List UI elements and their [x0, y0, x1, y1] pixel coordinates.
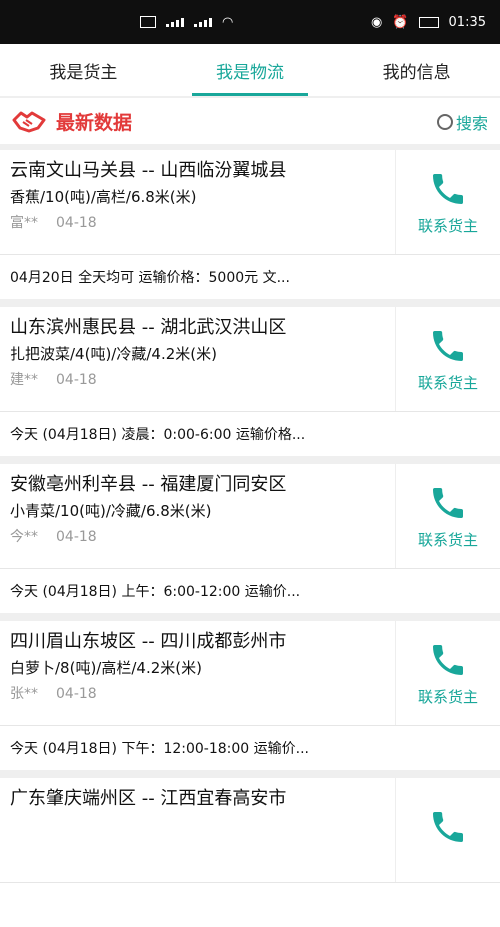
tab-label: 我是货主 — [49, 62, 118, 83]
card-main: 山东滨州惠民县 -- 湖北武汉洪山区 扎把波菜/4(吨)/冷藏/4.2米(米) … — [0, 307, 500, 412]
status-time: 01:35 — [448, 14, 486, 30]
card-footer: 04月20日 全天均可 运输价格：5000元 文... — [10, 270, 290, 286]
sim-icon — [140, 16, 156, 28]
goods-text: 小青菜/10(吨)/冷藏/6.8米(米) — [10, 502, 212, 520]
card-footer: 今天 (04月18日) 凌晨：0:00-6:00 运输价格... — [10, 427, 306, 443]
contact-label: 联系货主 — [417, 373, 478, 392]
goods-text: 扎把波菜/4(吨)/冷藏/4.2米(米) — [10, 345, 217, 363]
status-icons-left: ◠ — [140, 15, 233, 30]
contact-owner-button[interactable]: 联系货主 — [395, 307, 500, 411]
post-date: 04-18 — [56, 372, 97, 388]
section-header: 最新数据 搜索 — [0, 98, 500, 144]
goods-text: 白萝卜/8(吨)/高栏/4.2米(米) — [10, 659, 202, 677]
card-main: 四川眉山东坡区 -- 四川成都彭州市 白萝卜/8(吨)/高栏/4.2米(米) 张… — [0, 621, 500, 726]
card-footer: 今天 (04月18日) 下午：12:00-18:00 运输价... — [10, 741, 309, 757]
wifi-icon: ◠ — [222, 14, 234, 30]
post-date: 04-18 — [56, 215, 97, 231]
card-meta — [10, 816, 395, 832]
cargo-card: 四川眉山东坡区 -- 四川成都彭州市 白萝卜/8(吨)/高栏/4.2米(米) 张… — [0, 621, 500, 770]
card-info[interactable]: 云南文山马关县 -- 山西临汾翼城县 香蕉/10(吨)/高栏/6.8米(米) 富… — [0, 150, 395, 254]
tab-my-info[interactable]: 我的信息 — [333, 44, 500, 96]
card-main: 云南文山马关县 -- 山西临汾翼城县 香蕉/10(吨)/高栏/6.8米(米) 富… — [0, 150, 500, 255]
card-info[interactable]: 四川眉山东坡区 -- 四川成都彭州市 白萝卜/8(吨)/高栏/4.2米(米) 张… — [0, 621, 395, 725]
card-info[interactable]: 山东滨州惠民县 -- 湖北武汉洪山区 扎把波菜/4(吨)/冷藏/4.2米(米) … — [0, 307, 395, 411]
contact-label: 联系货主 — [417, 530, 478, 549]
search-label: 搜索 — [455, 114, 488, 133]
eye-icon: ◉ — [371, 14, 383, 30]
contact-owner-button[interactable]: 联系货主 — [395, 464, 500, 568]
card-meta: 张** 04-18 — [10, 683, 395, 703]
card-footer — [0, 883, 500, 927]
card-info[interactable]: 安徽亳州利辛县 -- 福建厦门同安区 小青菜/10(吨)/冷藏/6.8米(米) … — [0, 464, 395, 568]
section-title: 最新数据 — [56, 111, 133, 134]
phone-icon — [433, 812, 463, 842]
phone-icon — [433, 330, 463, 361]
route-text: 山东滨州惠民县 -- 湖北武汉洪山区 — [10, 317, 287, 338]
status-bar: ◠ ◉ ⏰ 01:35 — [0, 0, 500, 44]
cargo-card: 山东滨州惠民县 -- 湖北武汉洪山区 扎把波菜/4(吨)/冷藏/4.2米(米) … — [0, 307, 500, 456]
post-date: 04-18 — [56, 529, 97, 545]
goods-text: 香蕉/10(吨)/高栏/6.8米(米) — [10, 188, 197, 206]
signal-icon-2 — [194, 17, 212, 27]
owner-name: 建** — [10, 372, 38, 388]
contact-label: 联系货主 — [417, 687, 478, 706]
cargo-card: 安徽亳州利辛县 -- 福建厦门同安区 小青菜/10(吨)/冷藏/6.8米(米) … — [0, 464, 500, 613]
card-meta: 富** 04-18 — [10, 212, 395, 232]
card-main: 广东肇庆端州区 -- 江西宜春高安市 — [0, 778, 500, 883]
tab-logistics[interactable]: 我是物流 — [167, 44, 334, 96]
post-date: 04-18 — [56, 686, 97, 702]
cargo-card: 广东肇庆端州区 -- 江西宜春高安市 — [0, 778, 500, 927]
contact-owner-button[interactable]: 联系货主 — [395, 621, 500, 725]
card-main: 安徽亳州利辛县 -- 福建厦门同安区 小青菜/10(吨)/冷藏/6.8米(米) … — [0, 464, 500, 569]
owner-name: 张** — [10, 686, 38, 702]
card-meta: 今** 04-18 — [10, 526, 395, 546]
alarm-icon: ⏰ — [392, 14, 409, 30]
battery-icon — [418, 16, 439, 28]
phone-icon — [433, 644, 463, 675]
route-text: 安徽亳州利辛县 -- 福建厦门同安区 — [10, 474, 287, 495]
owner-name: 富** — [10, 215, 38, 231]
contact-owner-button[interactable] — [395, 778, 500, 882]
owner-name: 今** — [10, 529, 38, 545]
search-icon — [436, 114, 453, 130]
search-button[interactable]: 搜索 — [436, 110, 488, 134]
route-text: 广东肇庆端州区 -- 江西宜春高安市 — [10, 788, 287, 809]
phone-icon — [433, 173, 463, 204]
status-icons-right: ◉ ⏰ 01:35 — [371, 15, 486, 30]
contact-label: 联系货主 — [417, 216, 478, 235]
tab-bar: 我是货主 我是物流 我的信息 — [0, 44, 500, 96]
contact-owner-button[interactable]: 联系货主 — [395, 150, 500, 254]
handshake-icon — [12, 111, 46, 133]
card-meta: 建** 04-18 — [10, 369, 395, 389]
route-text: 云南文山马关县 -- 山西临汾翼城县 — [10, 160, 287, 181]
phone-icon — [433, 487, 463, 518]
cargo-card: 云南文山马关县 -- 山西临汾翼城县 香蕉/10(吨)/高栏/6.8米(米) 富… — [0, 150, 500, 299]
tab-label: 我的信息 — [382, 62, 451, 83]
route-text: 四川眉山东坡区 -- 四川成都彭州市 — [10, 631, 287, 652]
tab-shipper[interactable]: 我是货主 — [0, 44, 167, 96]
card-footer: 今天 (04月18日) 上午：6:00-12:00 运输价... — [10, 584, 301, 600]
cargo-list: 云南文山马关县 -- 山西临汾翼城县 香蕉/10(吨)/高栏/6.8米(米) 富… — [0, 150, 500, 927]
card-info[interactable]: 广东肇庆端州区 -- 江西宜春高安市 — [0, 778, 395, 882]
signal-icon — [166, 17, 184, 27]
tab-label: 我是物流 — [216, 62, 284, 83]
